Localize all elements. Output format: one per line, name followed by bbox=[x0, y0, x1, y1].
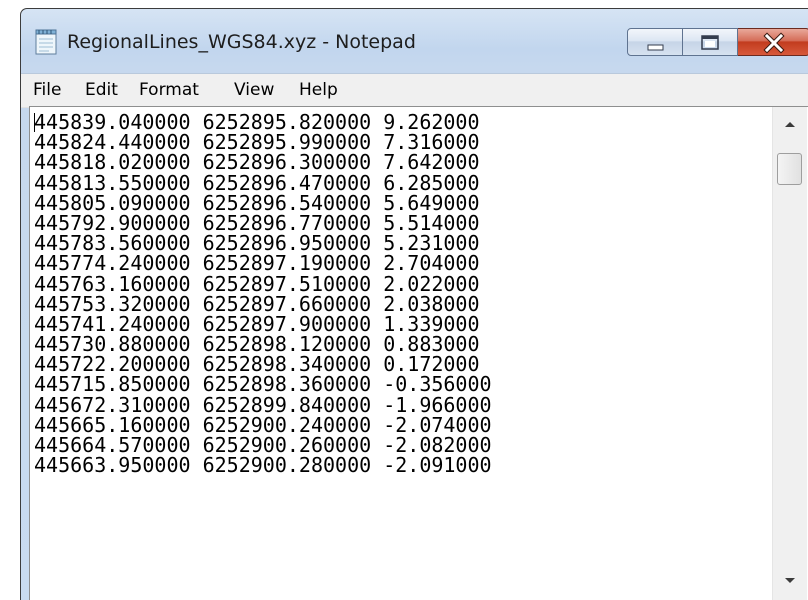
text-line: 445722.200000 6252898.340000 0.172000 bbox=[34, 352, 480, 377]
text-line: 445665.160000 6252900.240000 -2.074000 bbox=[34, 412, 492, 437]
text-line: 445818.020000 6252896.300000 7.642000 bbox=[34, 150, 480, 175]
menu-edit[interactable]: Edit bbox=[85, 80, 118, 100]
text-line: 445715.850000 6252898.360000 -0.356000 bbox=[34, 372, 492, 397]
scroll-thumb[interactable] bbox=[777, 153, 802, 185]
text-line: 445824.440000 6252895.990000 7.316000 bbox=[34, 130, 480, 155]
text-line: 445774.240000 6252897.190000 2.704000 bbox=[34, 251, 480, 276]
title-bar[interactable]: RegionalLines_WGS84.xyz - Notepad bbox=[21, 9, 808, 73]
text-line: 445839.040000 6252895.820000 9.262000 bbox=[34, 112, 480, 134]
menu-view[interactable]: View bbox=[234, 80, 274, 100]
text-line: 445663.950000 6252900.280000 -2.091000 bbox=[34, 453, 492, 478]
text-caret bbox=[34, 113, 35, 132]
text-line: 445741.240000 6252897.900000 1.339000 bbox=[34, 311, 480, 336]
text-line: 445792.900000 6252896.770000 5.514000 bbox=[34, 210, 480, 235]
text-line: 445813.550000 6252896.470000 6.285000 bbox=[34, 170, 480, 195]
text-line: 445730.880000 6252898.120000 0.883000 bbox=[34, 332, 480, 357]
text-content[interactable]: 445839.040000 6252895.820000 9.262000 44… bbox=[34, 112, 794, 600]
text-line: 445805.090000 6252896.540000 5.649000 bbox=[34, 190, 480, 215]
scroll-up-button[interactable] bbox=[773, 107, 807, 141]
menu-help[interactable]: Help bbox=[299, 80, 338, 100]
text-editor[interactable]: 445839.040000 6252895.820000 9.262000 44… bbox=[29, 106, 808, 600]
text-line: 445664.570000 6252900.260000 -2.082000 bbox=[34, 433, 492, 457]
scroll-down-button[interactable] bbox=[773, 566, 807, 600]
minimize-icon bbox=[647, 44, 664, 51]
notepad-window: RegionalLines_WGS84.xyz - Notepad File E… bbox=[20, 8, 808, 600]
text-line: 445763.160000 6252897.510000 2.022000 bbox=[34, 271, 480, 296]
maximize-button[interactable] bbox=[683, 28, 738, 56]
notepad-icon[interactable] bbox=[35, 29, 57, 55]
close-button[interactable] bbox=[738, 28, 808, 56]
scroll-up-arrow-icon bbox=[785, 122, 795, 127]
text-line: 445672.310000 6252899.840000 -1.966000 bbox=[34, 392, 492, 417]
menu-format[interactable]: Format bbox=[139, 80, 199, 100]
maximize-icon bbox=[701, 35, 719, 50]
menu-file[interactable]: File bbox=[33, 80, 61, 100]
text-line: 445753.320000 6252897.660000 2.038000 bbox=[34, 291, 480, 316]
vertical-scrollbar[interactable] bbox=[772, 107, 807, 600]
minimize-button[interactable] bbox=[627, 28, 683, 56]
close-icon bbox=[763, 32, 785, 54]
scroll-down-arrow-icon bbox=[785, 578, 795, 583]
menu-bar: File Edit Format View Help bbox=[21, 73, 808, 108]
window-title: RegionalLines_WGS84.xyz - Notepad bbox=[67, 31, 416, 53]
text-line: 445783.560000 6252896.950000 5.231000 bbox=[34, 231, 480, 256]
caption-buttons bbox=[627, 28, 808, 58]
